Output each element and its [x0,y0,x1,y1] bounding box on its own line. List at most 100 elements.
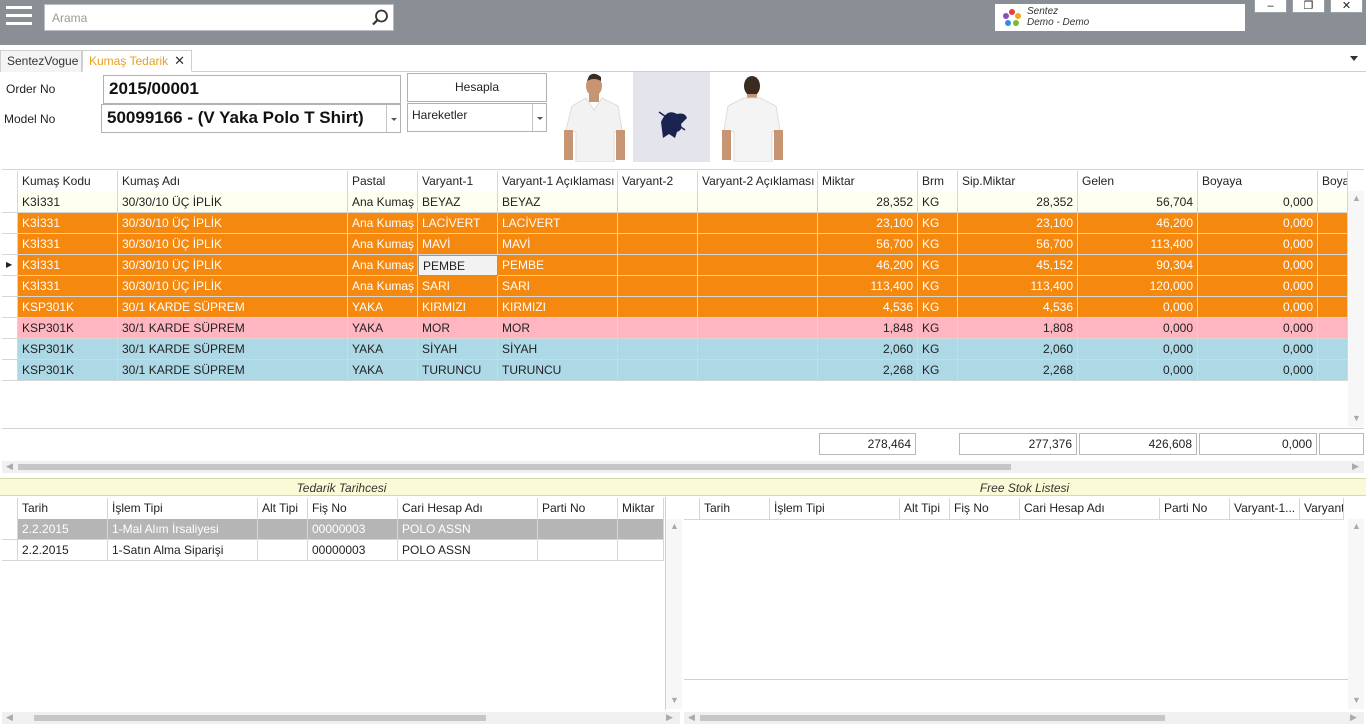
table-cell[interactable]: 1-Satın Alma Siparişi [108,540,258,561]
scrollbar-thumb[interactable] [18,464,1011,470]
row-indicator[interactable] [2,339,18,360]
table-cell[interactable]: 2,060 [818,339,918,360]
table-cell[interactable]: K3İ331 [18,192,118,213]
table-cell[interactable] [618,339,698,360]
table-cell[interactable]: 2,268 [818,360,918,381]
table-cell[interactable]: 1-Mal Alım İrsaliyesi [108,519,258,540]
table-cell[interactable]: K3İ331 [18,213,118,234]
table-cell[interactable] [618,318,698,339]
table-cell[interactable]: 90,304 [1078,255,1198,276]
table-cell[interactable]: K3İ331 [18,234,118,255]
table-cell[interactable] [1318,360,1348,381]
table-cell[interactable]: 113,400 [958,276,1078,297]
restore-button[interactable]: ❐ [1292,0,1325,13]
table-cell[interactable]: KG [918,297,958,318]
table-cell[interactable]: 120,000 [1078,276,1198,297]
table-cell[interactable]: YAKA [348,360,418,381]
column-header[interactable]: İşlem Tipi [108,498,258,520]
table-cell[interactable] [1318,255,1348,276]
table-cell[interactable]: 113,400 [818,276,918,297]
table-cell[interactable]: 0,000 [1198,339,1318,360]
table-cell[interactable]: KG [918,276,958,297]
table-cell[interactable]: MOR [418,318,498,339]
column-header[interactable]: Boyaya [1198,171,1318,193]
table-cell[interactable]: KIRMIZI [418,297,498,318]
table-cell[interactable] [1318,297,1348,318]
table-cell[interactable]: 30/1 KARDE SÜPREM [118,360,348,381]
table-cell[interactable]: KG [918,339,958,360]
table-cell[interactable]: 46,200 [1078,213,1198,234]
table-cell[interactable]: 30/1 KARDE SÜPREM [118,297,348,318]
table-cell[interactable] [1318,318,1348,339]
table-cell[interactable]: 28,352 [958,192,1078,213]
table-cell[interactable] [698,234,818,255]
table-cell[interactable]: 2.2.2015 [18,519,108,540]
column-header[interactable]: Parti No [1160,498,1230,520]
model-no-dropdown-icon[interactable] [386,105,400,132]
search-icon[interactable] [370,8,390,28]
table-cell[interactable]: KG [918,318,958,339]
column-header[interactable]: Varyant-1... [1230,498,1300,520]
column-header[interactable]: İşlem Tipi [770,498,900,520]
table-cell[interactable]: 0,000 [1198,213,1318,234]
column-header[interactable]: Tarih [18,498,108,520]
column-header[interactable]: Pastal [348,171,418,193]
row-indicator[interactable] [2,234,18,255]
table-cell[interactable] [1318,192,1348,213]
table-cell[interactable]: POLO ASSN [398,519,538,540]
table-cell[interactable]: KG [918,255,958,276]
table-cell[interactable]: Ana Kumaş [348,213,418,234]
row-indicator[interactable] [2,540,18,561]
column-header[interactable]: Kumaş Kodu [18,171,118,193]
table-cell[interactable]: 1,808 [958,318,1078,339]
column-header[interactable]: Brm [918,171,958,193]
table-cell[interactable]: MAVİ [418,234,498,255]
search-box[interactable] [44,4,394,31]
tab-sentezvogue[interactable]: SentezVogue [0,50,82,72]
table-cell[interactable]: 56,704 [1078,192,1198,213]
table-cell[interactable] [258,540,308,561]
table-cell[interactable] [698,255,818,276]
table-cell[interactable] [258,519,308,540]
column-header[interactable]: Cari Hesap Adı [1020,498,1160,520]
table-cell[interactable]: KSP301K [18,339,118,360]
close-button[interactable]: ✕ [1330,0,1363,13]
tedarik-vertical-scrollbar[interactable]: ▲ ▼ [666,519,682,709]
row-indicator[interactable] [2,213,18,234]
table-cell[interactable]: K3İ331 [18,255,118,276]
search-input[interactable] [45,5,355,30]
table-cell[interactable] [618,213,698,234]
table-cell[interactable]: YAKA [348,297,418,318]
table-cell[interactable]: 2.2.2015 [18,540,108,561]
menu-icon[interactable] [6,6,32,30]
tabs-dropdown-icon[interactable] [1350,56,1358,61]
table-cell[interactable]: 00000003 [308,519,398,540]
row-indicator[interactable] [2,297,18,318]
column-header[interactable]: Fiş No [950,498,1020,520]
table-cell[interactable] [1318,339,1348,360]
table-cell[interactable]: K3İ331 [18,276,118,297]
table-cell[interactable] [698,276,818,297]
table-cell[interactable] [618,297,698,318]
table-cell[interactable]: MOR [498,318,618,339]
table-cell[interactable] [618,192,698,213]
hareketler-dropdown-icon[interactable] [532,104,546,131]
table-cell[interactable] [618,519,664,540]
table-cell[interactable]: 30/30/10 ÜÇ İPLİK [118,255,348,276]
table-cell[interactable]: KIRMIZI [498,297,618,318]
freestok-vertical-scrollbar[interactable]: ▲ ▼ [1348,519,1364,709]
row-indicator[interactable] [2,360,18,381]
table-cell[interactable]: TURUNCU [498,360,618,381]
column-header[interactable]: Varyant-1 [418,171,498,193]
table-cell[interactable] [618,276,698,297]
table-cell[interactable]: KG [918,213,958,234]
column-header[interactable]: Parti No [538,498,618,520]
table-cell[interactable]: 0,000 [1078,297,1198,318]
row-indicator[interactable] [2,519,18,540]
column-header[interactable]: Boya [1318,171,1348,193]
table-cell[interactable]: SARI [418,276,498,297]
table-cell[interactable]: 00000003 [308,540,398,561]
column-header[interactable]: Miktar [618,498,664,520]
table-cell[interactable]: 0,000 [1198,255,1318,276]
table-cell[interactable]: 45,152 [958,255,1078,276]
